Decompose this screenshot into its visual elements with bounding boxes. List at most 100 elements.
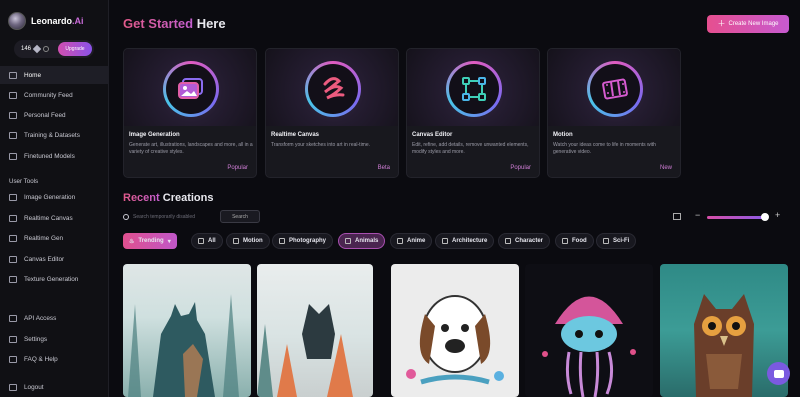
sidebar-item-api-access[interactable]: API Access [0,309,109,327]
search-input[interactable]: Search temporarily disabled [123,211,218,223]
feature-card-image-generation[interactable]: Image Generation Generate art, illustrat… [123,48,257,178]
filter-label: Sci-Fi [613,238,630,244]
wolf-illustration [128,294,239,397]
filter-architecture[interactable]: Architecture [435,233,495,249]
filter-all[interactable]: All [191,233,223,249]
feature-tag: Popular [227,165,248,171]
cat-illustration [257,304,353,397]
app-root: Leonardo.Ai 146 Upgrade Home Community F… [0,0,800,397]
token-icon [32,44,42,54]
sidebar-item-label: Training & Datasets [24,131,80,139]
search-placeholder: Search temporarily disabled [133,214,195,220]
brand[interactable]: Leonardo.Ai [8,12,84,30]
sidebar-item-personal-feed[interactable]: Personal Feed [0,106,109,124]
beagle-illustration [406,295,504,385]
grid-icon [198,238,204,244]
sidebar-item-label: Realtime Gen [24,234,64,242]
home-icon [9,71,17,79]
credit-count: 146 [21,46,32,52]
gallery-image-cat[interactable] [257,264,373,397]
upgrade-button[interactable]: Upgrade [58,42,92,56]
sidebar-item-training[interactable]: Training & Datasets [0,126,109,144]
sidebar-item-home[interactable]: Home [0,66,109,84]
filter-label: Motion [243,238,263,244]
credits-pill: 146 Upgrade [14,40,94,58]
feature-title: Motion [553,132,573,138]
sidebar-item-realtime-gen[interactable]: Realtime Gen [0,229,109,247]
sidebar: Leonardo.Ai 146 Upgrade Home Community F… [0,0,109,397]
scifi-icon [603,238,609,244]
sidebar-item-canvas-editor[interactable]: Canvas Editor [0,250,109,268]
logout-icon [9,383,17,391]
plus-icon: ＋ [717,19,726,28]
chat-support-button[interactable] [767,362,790,385]
chat-icon [773,369,784,378]
zoom-slider-handle[interactable] [761,213,769,221]
zoom-in-icon[interactable]: + [775,210,780,220]
gallery-image-jellyfish[interactable] [525,264,653,397]
sidebar-item-logout[interactable]: Logout [0,378,109,396]
sidebar-item-realtime-canvas[interactable]: Realtime Canvas [0,209,109,227]
feature-card-canvas-editor[interactable]: Canvas Editor Edit, refine, add details,… [406,48,540,178]
sidebar-item-label: Canvas Editor [24,255,65,263]
search-button[interactable]: Search [220,210,260,223]
feature-description: Edit, refine, add details, remove unwant… [412,142,529,155]
sidebar-item-label: Home [24,71,42,79]
sidebar-item-settings[interactable]: Settings [0,330,109,348]
filter-photography[interactable]: Photography [272,233,333,249]
feature-description: Watch your ideas come to life in moments… [553,142,656,155]
camera-icon [279,238,285,244]
filter-label: All [208,238,216,244]
sidebar-item-label: Settings [24,335,48,343]
feature-card-motion[interactable]: Motion Watch your ideas come to life in … [547,48,681,178]
filter-animals[interactable]: Animals [338,233,386,249]
gear-icon [9,335,17,343]
user-tools-heading: User Tools [9,178,39,185]
models-icon [9,152,17,160]
character-icon [505,238,511,244]
brand-name: Leonardo.Ai [31,16,84,26]
sidebar-item-label: Texture Generation [24,275,79,283]
avatar[interactable] [8,12,26,30]
food-icon [562,238,568,244]
filter-scifi[interactable]: Sci-Fi [596,233,637,249]
feature-hero [407,49,539,126]
gallery-image-wolf[interactable] [123,264,251,397]
create-new-image-button[interactable]: ＋ Create New Image [707,15,789,33]
info-icon[interactable] [43,46,50,52]
filter-motion[interactable]: Motion [226,233,270,249]
filter-label: Photography [289,238,326,244]
feature-description: Transform your sketches into art in real… [271,142,371,148]
filter-character[interactable]: Character [498,233,551,249]
gallery-image-beagle[interactable] [391,264,519,397]
sidebar-item-label: Personal Feed [24,111,66,119]
sidebar-item-image-generation[interactable]: Image Generation [0,188,109,206]
zoom-out-icon[interactable]: − [695,210,700,220]
filter-trending[interactable]: ♨ Trending ▾ [123,233,177,249]
squiggle-icon [323,77,345,100]
sidebar-item-finetuned-models[interactable]: Finetuned Models [0,147,109,165]
sidebar-item-faq[interactable]: FAQ & Help [0,350,109,368]
sidebar-item-label: Finetuned Models [24,152,75,160]
feature-ring [163,61,219,117]
feature-card-realtime-canvas[interactable]: Realtime Canvas Transform your sketches … [265,48,399,178]
paw-icon [345,238,351,244]
filter-label: Animals [355,238,379,244]
filter-label: Anime [407,238,426,244]
feature-hero [548,49,680,126]
filter-food[interactable]: Food [555,233,594,249]
feature-title: Realtime Canvas [271,132,320,138]
texture-icon [9,275,17,283]
sidebar-item-label: FAQ & Help [24,355,58,363]
sidebar-item-texture-generation[interactable]: Texture Generation [0,270,109,288]
create-label: Create New Image [728,21,779,27]
grid-view-icon[interactable] [673,213,681,220]
feature-tag: New [659,165,672,171]
sidebar-item-community-feed[interactable]: Community Feed [0,86,109,104]
filter-label: Trending [138,238,164,244]
zoom-slider[interactable] [707,216,767,219]
filter-anime[interactable]: Anime [390,233,433,249]
help-icon [9,355,17,363]
feature-ring [587,61,643,117]
community-icon [9,91,17,99]
